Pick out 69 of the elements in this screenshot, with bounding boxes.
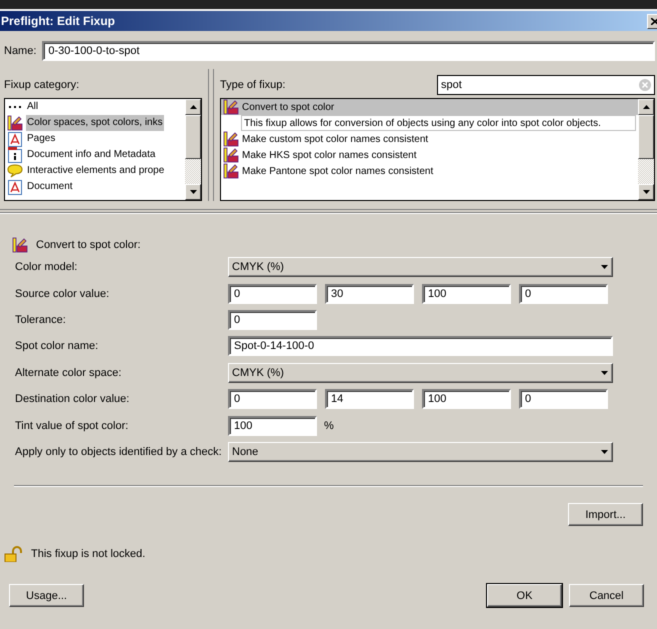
- category-label: Fixup category:: [4, 79, 80, 91]
- color-swatch-icon: [223, 147, 239, 163]
- section-title: Convert to spot color:: [36, 239, 141, 251]
- color-swatch-icon: [12, 237, 28, 253]
- fixup-item[interactable]: Make Pantone spot color names consistent: [221, 163, 638, 179]
- usage-button[interactable]: Usage...: [9, 584, 84, 608]
- down-arrow-icon: [190, 190, 196, 194]
- fixup-item[interactable]: Convert to spot color: [221, 99, 638, 115]
- field-label: Apply only to objects identified by a check:: [15, 446, 223, 458]
- field-label: Spot color name:: [15, 340, 100, 352]
- value-field[interactable]: 30: [325, 284, 414, 304]
- dialog-button[interactable]: OK: [487, 584, 562, 608]
- category-item[interactable]: Document: [5, 179, 185, 195]
- field-label: Tolerance:: [15, 314, 67, 326]
- close-icon: [651, 18, 657, 24]
- value-field[interactable]: 100: [422, 389, 511, 410]
- name-label: Name:: [4, 45, 36, 57]
- dropdown[interactable]: CMYK (%): [228, 257, 613, 278]
- color-swatch-icon: [223, 99, 239, 115]
- scroll-up-button[interactable]: [185, 99, 201, 115]
- field-label: Alternate color space:: [15, 366, 122, 379]
- value-field[interactable]: 100: [422, 284, 511, 304]
- down-arrow-icon: [642, 190, 650, 194]
- dropdown-arrow-icon: [601, 370, 608, 375]
- dropdown-arrow-icon: [601, 450, 608, 454]
- dropdown-arrow-icon: [601, 265, 608, 270]
- color-swatch-icon: [223, 163, 239, 179]
- document-icon: [7, 131, 23, 147]
- import-button[interactable]: Import...: [568, 503, 643, 526]
- value-field[interactable]: 0: [228, 284, 317, 304]
- scroll-down-button[interactable]: [638, 184, 654, 200]
- field-label: Source color value:: [15, 288, 110, 300]
- dropdown[interactable]: CMYK (%): [228, 362, 613, 383]
- value-field[interactable]: 0: [228, 389, 317, 410]
- field-label: Tint value of spot color:: [15, 420, 130, 432]
- scroll-up-button[interactable]: [638, 99, 654, 115]
- fixup-description: This fixup allows for conversion of objects using any color into spot color objects.: [241, 115, 636, 131]
- scroll-down-button[interactable]: [185, 184, 201, 200]
- color-swatch-icon: [223, 131, 239, 147]
- name-field[interactable]: 0-30-100-0-to-spot: [42, 41, 655, 61]
- field-label: Destination color value:: [15, 393, 130, 406]
- document-icon: [7, 179, 23, 195]
- text-field[interactable]: Spot-0-14-100-0: [228, 336, 613, 356]
- scrollbar-thumb[interactable]: [638, 115, 654, 159]
- fixup-item[interactable]: Make HKS spot color names consistent: [221, 147, 638, 163]
- fixup-type-label: Type of fixup:: [220, 79, 286, 91]
- up-arrow-icon: [190, 105, 196, 109]
- search-field[interactable]: spot: [437, 75, 655, 95]
- category-item[interactable]: Pages: [5, 131, 185, 147]
- up-arrow-icon: [642, 105, 650, 109]
- value-field[interactable]: 0: [228, 310, 317, 330]
- color-swatch-icon: [7, 115, 23, 131]
- lock-status-text: This fixup is not locked.: [31, 548, 146, 560]
- info-document-icon: [7, 147, 23, 163]
- window-title: Preflight: Edit Fixup: [1, 14, 115, 28]
- fixup-item[interactable]: Make custom spot color names consistent: [221, 131, 638, 147]
- field-label: Color model:: [15, 261, 78, 274]
- dropdown[interactable]: None: [228, 442, 613, 462]
- value-field[interactable]: 100: [228, 416, 317, 436]
- dialog-button[interactable]: Cancel: [569, 584, 644, 608]
- value-field[interactable]: 14: [325, 389, 414, 410]
- value-field[interactable]: 0: [519, 284, 608, 304]
- scrollbar-thumb[interactable]: [185, 115, 201, 159]
- category-item[interactable]: Interactive elements and prope: [5, 163, 185, 179]
- speech-bubble-icon: [7, 163, 23, 179]
- category-item[interactable]: All: [5, 99, 185, 115]
- category-item[interactable]: Document info and Metadata: [5, 147, 185, 163]
- unit-label: %: [324, 420, 334, 432]
- value-field[interactable]: 0: [519, 389, 608, 410]
